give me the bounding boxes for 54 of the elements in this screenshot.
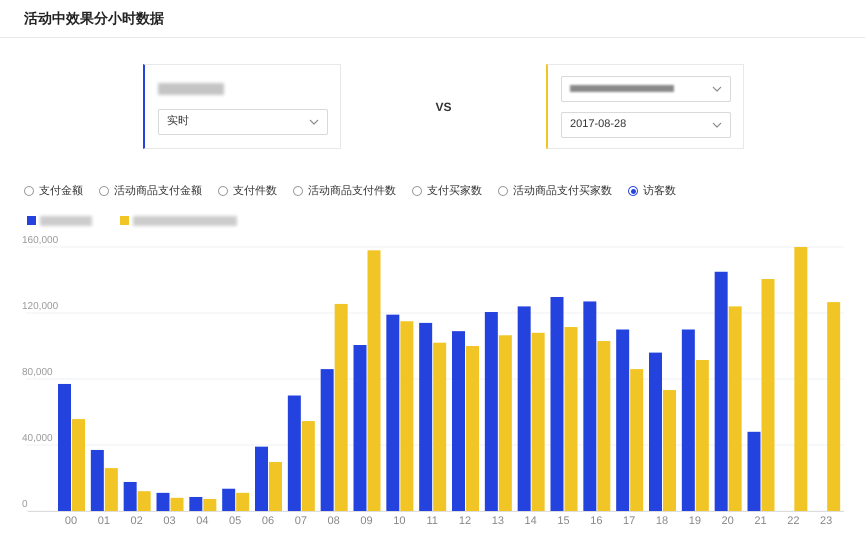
blurred-text	[40, 216, 92, 226]
chevron-down-icon	[712, 86, 722, 92]
chevron-down-icon	[712, 122, 722, 128]
bar	[269, 462, 282, 510]
radio-option[interactable]: 访客数	[628, 183, 676, 200]
axis-label: 12	[458, 514, 472, 526]
axis-label: 11	[426, 514, 438, 526]
radio-option[interactable]: 活动商品支付买家数	[498, 183, 612, 200]
axis-label: 06	[262, 514, 274, 526]
axis-label: 160,000	[22, 234, 58, 246]
bar	[222, 488, 236, 510]
axis-label: 19	[688, 514, 701, 526]
axis-label: 09	[360, 514, 373, 526]
axis-label: 22	[787, 514, 800, 526]
axis-label: 40,000	[22, 432, 53, 444]
axis-label: 15	[557, 514, 570, 526]
axis-label: 01	[98, 514, 110, 526]
radio-option[interactable]: 活动商品支付件数	[293, 183, 396, 200]
axis-label: 04	[196, 514, 208, 526]
axis-label: 17	[623, 514, 636, 526]
axis-label: 08	[328, 514, 340, 526]
axis-label: 16	[590, 514, 602, 526]
axis-label: 07	[294, 514, 307, 526]
axis-label: 18	[656, 514, 668, 526]
axis-label: 03	[163, 514, 176, 526]
chevron-down-icon	[309, 118, 319, 124]
bar	[236, 492, 250, 510]
bar	[189, 496, 202, 510]
radio-option[interactable]: 支付金额	[24, 183, 83, 200]
radio-option[interactable]: 支付件数	[218, 183, 277, 200]
dropdown-select[interactable]	[561, 76, 731, 102]
blurred-text	[158, 82, 224, 94]
page-title: 活动中效果分小时数据	[24, 9, 164, 28]
axis-label: 20	[722, 514, 734, 526]
axis-label: 23	[820, 514, 832, 526]
axis-label: 0	[22, 498, 28, 510]
axis-label: 14	[524, 514, 537, 526]
dropdown-select[interactable]: 2017-08-28	[561, 112, 731, 138]
bar	[203, 498, 216, 510]
bar	[255, 446, 268, 510]
radio-option[interactable]: 活动商品支付金额	[99, 183, 202, 200]
bar	[170, 497, 184, 510]
axis-label: 02	[130, 514, 143, 526]
vs-label: VS	[435, 98, 452, 116]
axis-label: 13	[492, 514, 504, 526]
radio-option[interactable]: 支付买家数	[412, 183, 482, 200]
dropdown-select[interactable]: 实时	[158, 108, 328, 134]
axis-label: 80,000	[22, 366, 53, 378]
axis-label: 05	[229, 514, 242, 526]
axis-label: 21	[754, 514, 767, 526]
bar	[156, 492, 170, 510]
axis-label: 10	[393, 514, 406, 526]
axis-label: 120,000	[22, 300, 58, 312]
axis-label: 00	[64, 514, 78, 526]
